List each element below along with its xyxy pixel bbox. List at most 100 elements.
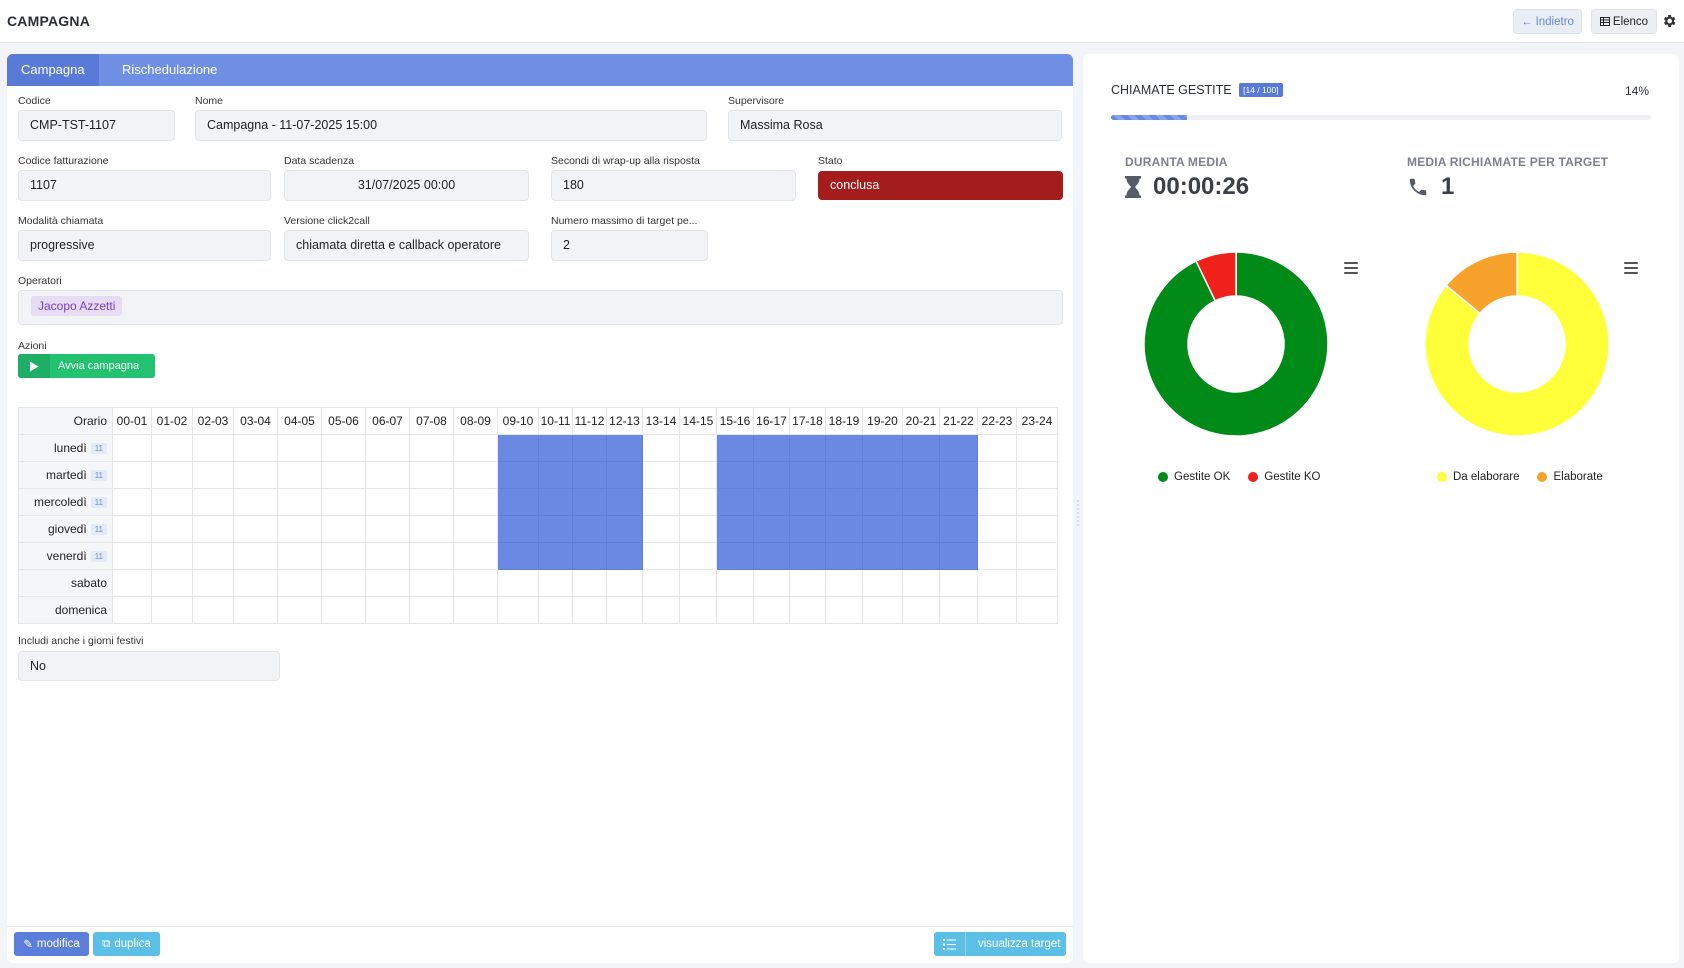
legend-item[interactable]: Elaborate xyxy=(1537,471,1603,483)
schedule-cell[interactable] xyxy=(789,515,826,543)
nome-field[interactable]: Campagna - 11-07-2025 15:00 xyxy=(195,110,707,141)
schedule-cell[interactable] xyxy=(789,461,826,489)
schedule-cell[interactable] xyxy=(716,488,754,516)
schedule-cell[interactable] xyxy=(977,515,1017,543)
schedule-cell[interactable] xyxy=(538,488,573,516)
schedule-cell[interactable] xyxy=(409,542,454,570)
legend-item[interactable]: Da elaborare xyxy=(1437,471,1519,483)
schedule-cell[interactable] xyxy=(939,488,978,516)
schedule-cell[interactable] xyxy=(112,461,152,489)
legend-item[interactable]: Gestite KO xyxy=(1248,471,1321,483)
back-button[interactable]: ← Indietro xyxy=(1513,9,1582,34)
chart-menu-icon[interactable] xyxy=(1624,262,1638,274)
schedule-cell[interactable] xyxy=(1016,488,1058,516)
schedule-cell[interactable] xyxy=(1016,515,1058,543)
schedule-cell[interactable] xyxy=(538,542,573,570)
schedule-cell[interactable] xyxy=(679,488,717,516)
schedule-cell[interactable] xyxy=(453,596,498,624)
schedule-cell[interactable] xyxy=(679,461,717,489)
schedule-cell[interactable] xyxy=(939,569,978,597)
schedule-cell[interactable] xyxy=(572,569,607,597)
schedule-cell[interactable] xyxy=(233,461,278,489)
schedule-cell[interactable] xyxy=(321,542,366,570)
schedule-cell[interactable] xyxy=(151,569,193,597)
schedule-cell[interactable] xyxy=(716,569,754,597)
schedule-cell[interactable] xyxy=(112,515,152,543)
schedule-cell[interactable] xyxy=(192,596,234,624)
schedule-cell[interactable] xyxy=(233,596,278,624)
schedule-cell[interactable] xyxy=(151,488,193,516)
schedule-cell[interactable] xyxy=(497,542,539,570)
stato-field[interactable]: conclusa xyxy=(818,171,1063,200)
schedule-cell[interactable] xyxy=(453,515,498,543)
schedule-cell[interactable] xyxy=(192,569,234,597)
schedule-cell[interactable] xyxy=(753,569,790,597)
list-button[interactable]: Elenco xyxy=(1591,9,1657,34)
legend-item[interactable]: Gestite OK xyxy=(1158,471,1230,483)
schedule-cell[interactable] xyxy=(977,488,1017,516)
schedule-cell[interactable] xyxy=(753,461,790,489)
versione-field[interactable]: chiamata diretta e callback operatore xyxy=(284,230,529,261)
schedule-cell[interactable] xyxy=(939,596,978,624)
panel-splitter[interactable] xyxy=(1076,498,1080,528)
schedule-cell[interactable] xyxy=(606,434,643,462)
schedule-cell[interactable] xyxy=(409,596,454,624)
schedule-cell[interactable] xyxy=(789,542,826,570)
schedule-cell[interactable] xyxy=(977,542,1017,570)
duplicate-button[interactable]: ⧉ duplica xyxy=(93,932,160,956)
schedule-cell[interactable] xyxy=(321,488,366,516)
schedule-cell[interactable] xyxy=(409,569,454,597)
schedule-cell[interactable] xyxy=(977,596,1017,624)
schedule-cell[interactable] xyxy=(538,515,573,543)
schedule-cell[interactable] xyxy=(497,434,539,462)
schedule-cell[interactable] xyxy=(192,515,234,543)
schedule-cell[interactable] xyxy=(321,569,366,597)
schedule-cell[interactable] xyxy=(902,434,940,462)
schedule-cell[interactable] xyxy=(606,515,643,543)
schedule-cell[interactable] xyxy=(606,461,643,489)
schedule-cell[interactable] xyxy=(409,461,454,489)
schedule-cell[interactable] xyxy=(453,488,498,516)
tab-campagna[interactable]: Campagna xyxy=(7,54,99,86)
schedule-cell[interactable] xyxy=(151,542,193,570)
gear-icon[interactable] xyxy=(1661,13,1677,29)
schedule-cell[interactable] xyxy=(572,596,607,624)
schedule-cell[interactable] xyxy=(606,569,643,597)
schedule-cell[interactable] xyxy=(453,434,498,462)
schedule-cell[interactable] xyxy=(1016,434,1058,462)
schedule-cell[interactable] xyxy=(902,488,940,516)
schedule-cell[interactable] xyxy=(902,542,940,570)
schedule-cell[interactable] xyxy=(233,542,278,570)
schedule-cell[interactable] xyxy=(902,569,940,597)
schedule-cell[interactable] xyxy=(642,461,680,489)
schedule-cell[interactable] xyxy=(862,461,903,489)
schedule-cell[interactable] xyxy=(825,515,863,543)
schedule-cell[interactable] xyxy=(365,461,410,489)
schedule-cell[interactable] xyxy=(825,596,863,624)
schedule-cell[interactable] xyxy=(1016,542,1058,570)
schedule-cell[interactable] xyxy=(572,434,607,462)
schedule-cell[interactable] xyxy=(538,434,573,462)
schedule-cell[interactable] xyxy=(789,434,826,462)
schedule-cell[interactable] xyxy=(642,569,680,597)
schedule-cell[interactable] xyxy=(642,596,680,624)
schedule-cell[interactable] xyxy=(365,434,410,462)
schedule-cell[interactable] xyxy=(497,569,539,597)
schedule-cell[interactable] xyxy=(825,569,863,597)
schedule-cell[interactable] xyxy=(192,434,234,462)
schedule-cell[interactable] xyxy=(1016,596,1058,624)
schedule-cell[interactable] xyxy=(902,461,940,489)
schedule-cell[interactable] xyxy=(862,434,903,462)
schedule-cell[interactable] xyxy=(642,434,680,462)
schedule-cell[interactable] xyxy=(977,461,1017,489)
operatori-field[interactable] xyxy=(18,290,1063,325)
schedule-cell[interactable] xyxy=(538,596,573,624)
schedule-cell[interactable] xyxy=(321,515,366,543)
schedule-cell[interactable] xyxy=(277,461,322,489)
schedule-cell[interactable] xyxy=(679,434,717,462)
schedule-cell[interactable] xyxy=(453,461,498,489)
schedule-cell[interactable] xyxy=(453,542,498,570)
schedule-cell[interactable] xyxy=(365,596,410,624)
schedule-cell[interactable] xyxy=(825,461,863,489)
schedule-cell[interactable] xyxy=(192,488,234,516)
